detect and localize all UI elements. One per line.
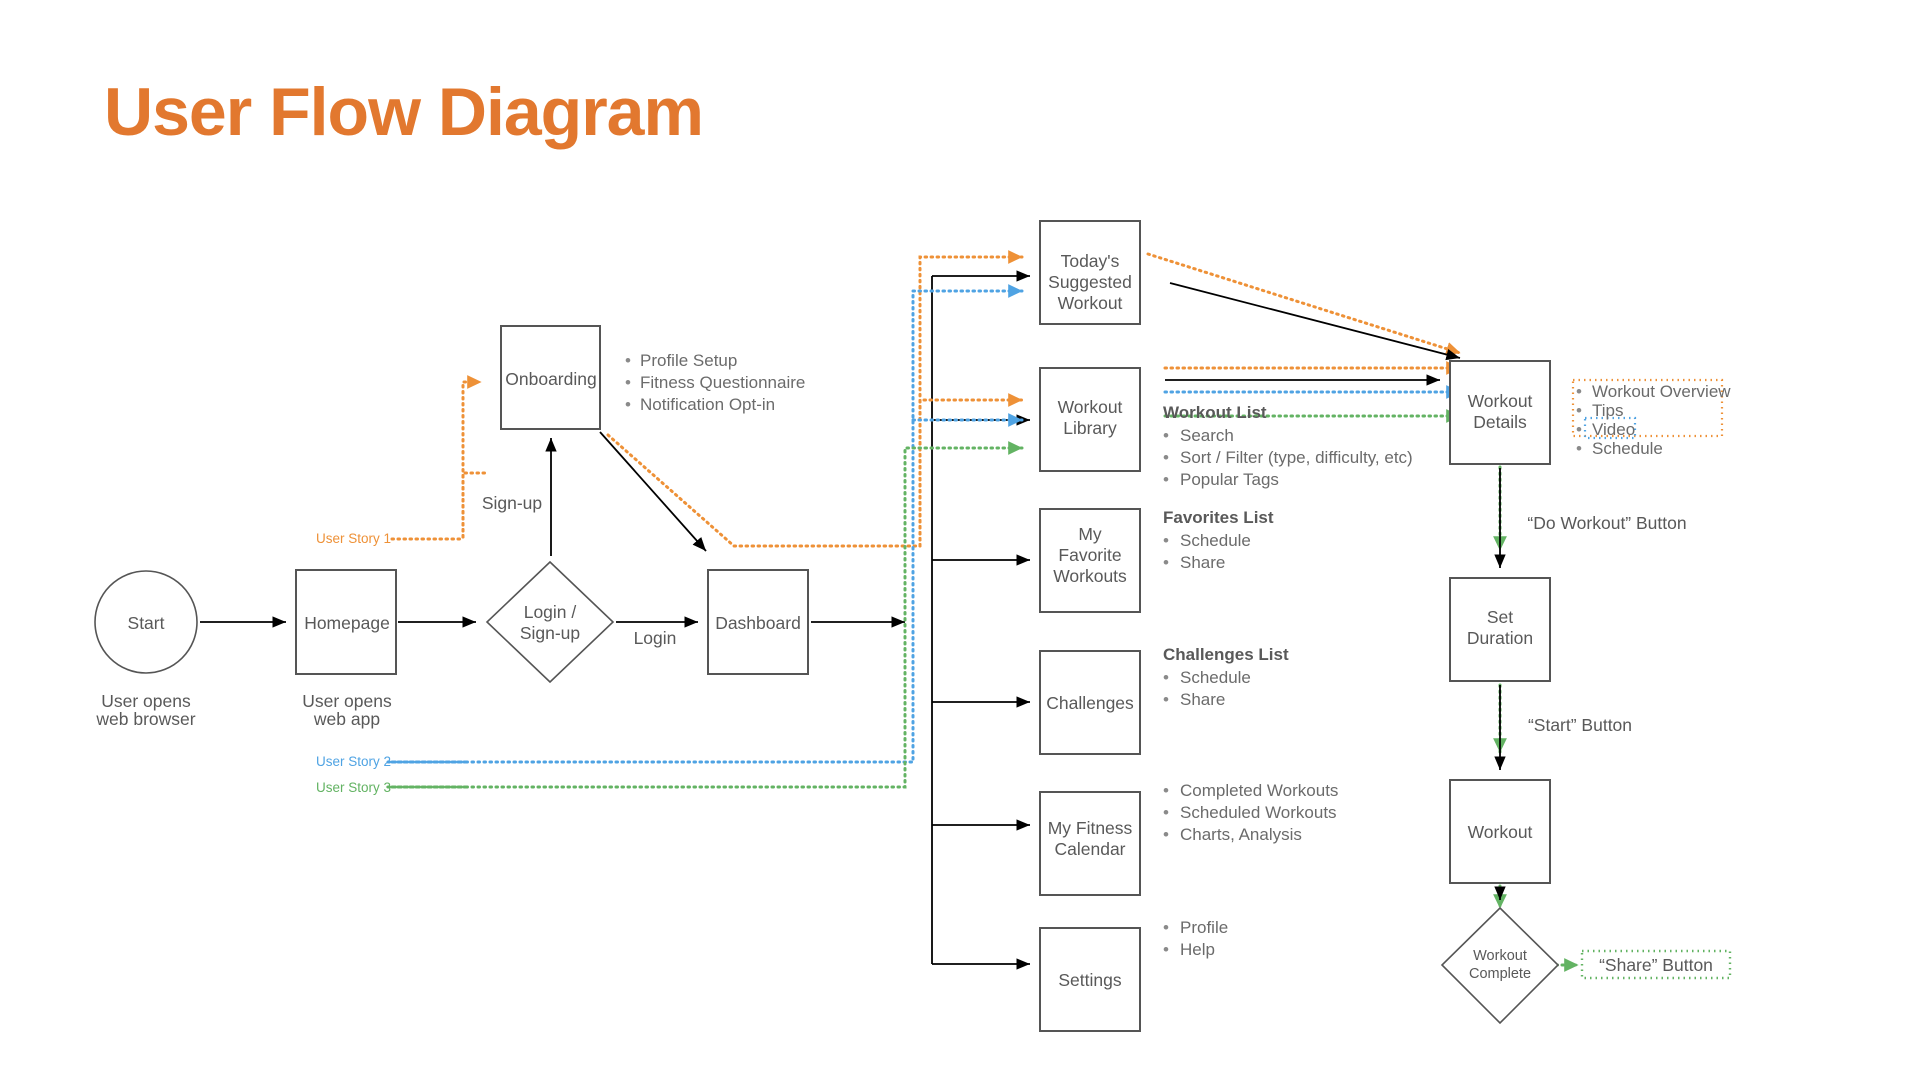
node-duration-label-2: Duration xyxy=(1467,628,1533,648)
list-onboarding-item-1: Fitness Questionnaire xyxy=(640,373,805,392)
label-share-button: “Share” Button xyxy=(1599,955,1713,975)
caption-homepage-1: User opens xyxy=(302,691,392,711)
node-onboarding-label: Onboarding xyxy=(505,369,596,389)
node-library-label-1: Workout xyxy=(1058,397,1123,417)
list-calendar-item-0: Completed Workouts xyxy=(1180,781,1338,800)
list-calendar: • Completed Workouts • Scheduled Workout… xyxy=(1163,781,1338,844)
flow-diagram-svg: Start Homepage Login / Sign-up Onboardin… xyxy=(94,220,1731,1032)
list-favorites-header: Favorites List xyxy=(1163,508,1274,527)
node-duration-label-1: Set xyxy=(1487,607,1513,627)
edge-label-signup: Sign-up xyxy=(482,493,542,513)
svg-text:•: • xyxy=(1163,426,1169,445)
node-complete-label-1: Workout xyxy=(1473,948,1527,964)
svg-text:•: • xyxy=(1163,918,1169,937)
svg-text:•: • xyxy=(1163,553,1169,572)
list-favorites: Favorites List • Schedule • Share xyxy=(1163,508,1274,572)
list-favorites-item-0: Schedule xyxy=(1180,531,1251,550)
node-favorites-label-3: Workouts xyxy=(1053,566,1127,586)
node-homepage-label: Homepage xyxy=(304,613,390,633)
legend-user-story-1: User Story 1 xyxy=(316,531,464,546)
list-settings-item-1: Help xyxy=(1180,940,1215,959)
list-onboarding-item-2: Notification Opt-in xyxy=(640,395,775,414)
svg-text:•: • xyxy=(1163,825,1169,844)
caption-start-1: User opens xyxy=(101,691,191,711)
legend-label-0: User Story 1 xyxy=(316,531,391,546)
list-details: • Workout Overview • Tips • Video • Sche… xyxy=(1576,382,1731,458)
svg-text:•: • xyxy=(1163,448,1169,467)
node-todays-label-2: Suggested xyxy=(1048,272,1132,292)
list-challenges-header: Challenges List xyxy=(1163,645,1289,664)
list-onboarding-item-0: Profile Setup xyxy=(640,351,737,370)
list-details-item-0: Workout Overview xyxy=(1592,382,1731,401)
node-calendar-label-1: My Fitness xyxy=(1048,818,1133,838)
list-workout-item-0: Search xyxy=(1180,426,1234,445)
node-workout-label: Workout xyxy=(1468,822,1533,842)
svg-text:•: • xyxy=(1163,803,1169,822)
edge-todays-details xyxy=(1169,282,1461,361)
legend-label-1: User Story 2 xyxy=(316,754,391,769)
list-settings-item-0: Profile xyxy=(1180,918,1228,937)
svg-text:•: • xyxy=(1576,401,1582,420)
svg-text:•: • xyxy=(1163,470,1169,489)
edge-label-login: Login xyxy=(634,628,677,648)
diagram-canvas: User Flow Diagram Start Homepage Login /… xyxy=(0,0,1920,1080)
node-details-label-1: Workout xyxy=(1468,391,1533,411)
node-dashboard-label: Dashboard xyxy=(715,613,801,633)
list-details-item-1: Tips xyxy=(1592,401,1624,420)
node-favorites-label-1: My xyxy=(1078,524,1102,544)
node-details-label-2: Details xyxy=(1473,412,1527,432)
node-challenges-label: Challenges xyxy=(1046,693,1134,713)
node-todays-label-3: Workout xyxy=(1058,293,1123,313)
svg-text:•: • xyxy=(1163,668,1169,687)
list-workout-header: Workout List xyxy=(1163,403,1267,422)
node-favorites-label-2: Favorite xyxy=(1058,545,1121,565)
caption-start-2: web browser xyxy=(95,709,195,729)
svg-text:•: • xyxy=(625,373,631,392)
list-onboarding: • Profile Setup • Fitness Questionnaire … xyxy=(625,351,805,414)
node-settings-label: Settings xyxy=(1058,970,1121,990)
list-challenges: Challenges List • Schedule • Share xyxy=(1163,645,1289,709)
svg-text:•: • xyxy=(1576,420,1582,439)
node-complete-label-2: Complete xyxy=(1469,966,1531,982)
caption-homepage-2: web app xyxy=(313,709,380,729)
svg-text:•: • xyxy=(1576,439,1582,458)
svg-text:•: • xyxy=(1576,382,1582,401)
node-login-signup[interactable] xyxy=(485,560,615,684)
legend-label-2: User Story 3 xyxy=(316,780,391,795)
node-library-label-2: Library xyxy=(1063,418,1117,438)
svg-text:•: • xyxy=(1163,690,1169,709)
node-login-signup-label-1: Login / xyxy=(524,602,577,622)
svg-text:•: • xyxy=(625,351,631,370)
edge-label-do-workout: “Do Workout” Button xyxy=(1527,513,1686,533)
story1-todays-to-details xyxy=(1146,252,1462,356)
node-todays-label-1: Today's xyxy=(1061,251,1120,271)
node-calendar-label-2: Calendar xyxy=(1054,839,1125,859)
svg-text:•: • xyxy=(625,395,631,414)
edge-label-start-button: “Start” Button xyxy=(1528,715,1632,735)
node-start-label: Start xyxy=(128,613,165,633)
list-calendar-item-2: Charts, Analysis xyxy=(1180,825,1302,844)
list-details-item-2: Video xyxy=(1592,420,1635,439)
svg-text:•: • xyxy=(1163,781,1169,800)
list-favorites-item-1: Share xyxy=(1180,553,1225,572)
node-login-signup-label-2: Sign-up xyxy=(520,623,580,643)
story1-to-onboarding xyxy=(461,375,483,539)
list-calendar-item-1: Scheduled Workouts xyxy=(1180,803,1337,822)
legend-user-story-3: User Story 3 xyxy=(316,780,472,795)
story1-to-library xyxy=(918,393,1024,548)
list-settings: • Profile • Help xyxy=(1163,918,1228,959)
list-details-item-3: Schedule xyxy=(1592,439,1663,458)
list-workout-item-2: Popular Tags xyxy=(1180,470,1279,489)
svg-text:•: • xyxy=(1163,940,1169,959)
list-workout-item-1: Sort / Filter (type, difficulty, etc) xyxy=(1180,448,1413,467)
legend-user-story-2: User Story 2 xyxy=(316,754,472,769)
list-challenges-item-1: Share xyxy=(1180,690,1225,709)
edge-onboarding-dashboard xyxy=(599,431,707,552)
svg-text:•: • xyxy=(1163,531,1169,550)
list-challenges-item-0: Schedule xyxy=(1180,668,1251,687)
